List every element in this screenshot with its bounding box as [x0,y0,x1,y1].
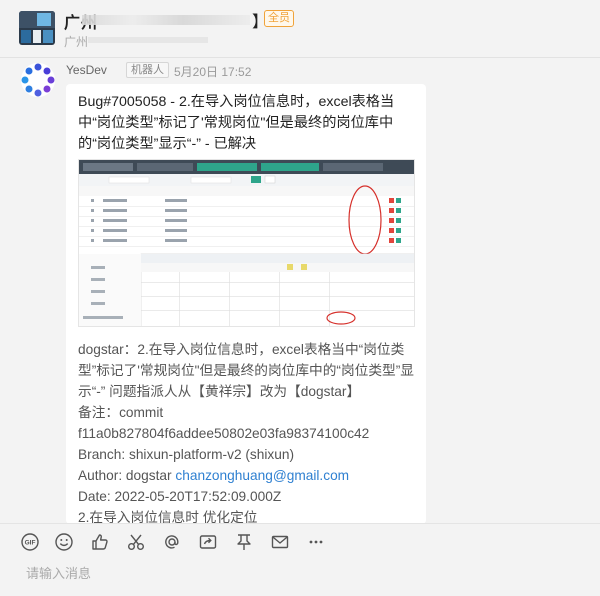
message-input-placeholder: 请输入消息 [26,566,92,581]
message-time: 5月20日 17:52 [174,65,252,79]
group-avatar[interactable] [19,11,55,45]
author-email-link[interactable]: chanzonghuang@gmail.com [175,468,349,483]
message-body: dogstar：2.在导入岗位信息时，excel表格当中“岗位类型”标记了'常规… [78,339,418,524]
body-summary: 2.在导入岗位信息时 优化定位 [78,510,258,524]
body-assignment: dogstar：2.在导入岗位信息时，excel表格当中“岗位类型”标记了'常规… [78,342,414,399]
pin-icon[interactable] [234,532,254,552]
message-bubble: Bug#7005058 - 2.在导入岗位信息时，excel表格当中“岗位类型”… [66,84,426,524]
body-branch: Branch: shixun-platform-v2 (shixun) [78,447,295,462]
body-date: Date: 2022-05-20T17:52:09.000Z [78,489,282,504]
mail-icon[interactable] [270,532,290,552]
svg-text:GIF: GIF [25,540,36,547]
author-label: Author: dogstar [78,468,176,483]
body-commit-note: 备注：commit f11a0b827804f6addee50802e03fa9… [78,405,370,441]
message-title: Bug#7005058 - 2.在导入岗位信息时，excel表格当中“岗位类型”… [78,94,395,152]
emoji-icon[interactable] [54,532,74,552]
group-name-redacted [82,15,250,25]
attached-screenshot[interactable] [78,159,415,327]
scissors-icon[interactable] [126,532,146,552]
sender-name[interactable]: YesDev [66,63,107,77]
bot-avatar[interactable] [21,63,55,97]
thumbs-up-icon[interactable] [90,532,110,552]
body-author: Author: dogstar chanzonghuang@gmail.com [78,465,418,486]
message-toolbar: GIF [0,523,600,559]
group-subtitle: 广州 [64,35,89,49]
forward-icon[interactable] [198,532,218,552]
at-icon[interactable] [162,532,182,552]
message-input[interactable]: 请输入消息 [0,559,600,596]
all-members-badge: 全员 [264,10,294,27]
bot-tag: 机器人 [126,62,169,78]
group-subtitle-redacted [88,37,208,43]
gif-icon[interactable]: GIF [20,532,40,552]
more-icon[interactable] [306,532,326,552]
chat-header: 广州 】 全员 广州 [0,0,600,58]
